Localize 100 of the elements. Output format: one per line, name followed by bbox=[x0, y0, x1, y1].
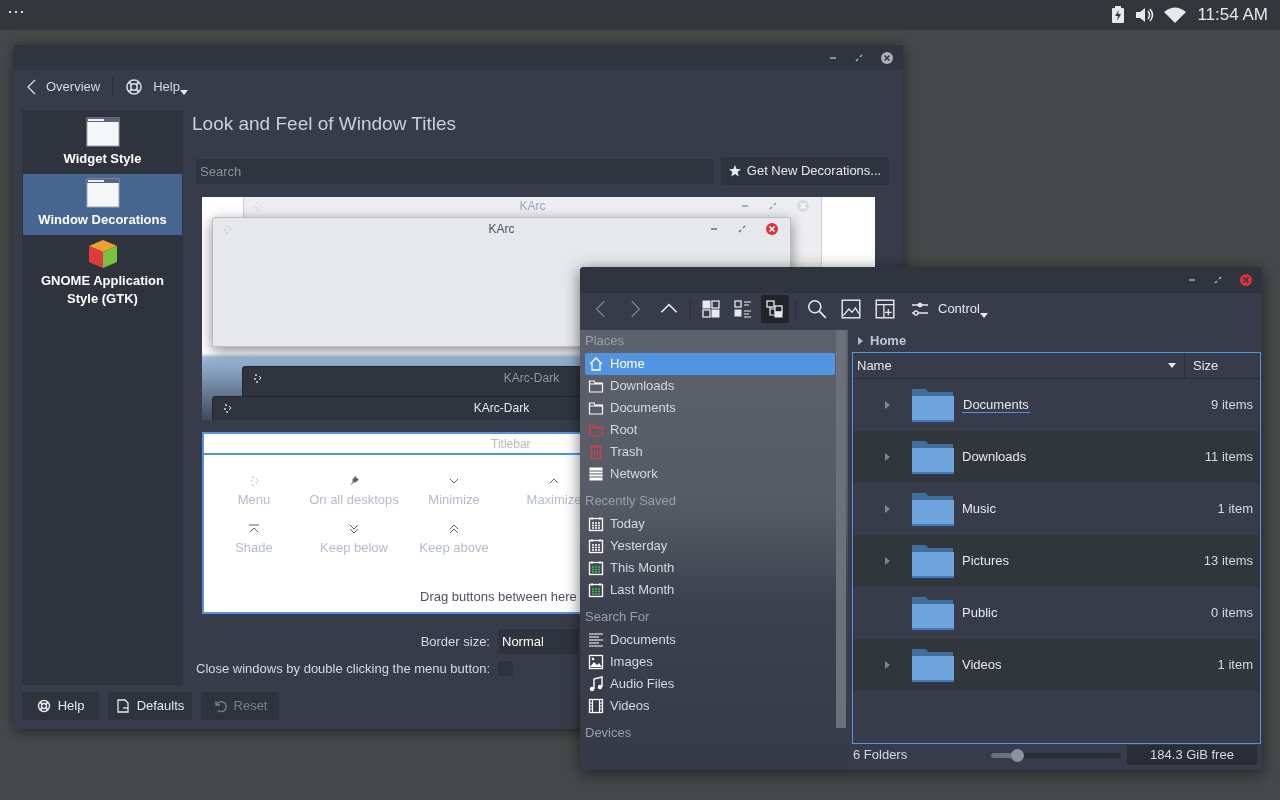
places-item[interactable]: Yesterday bbox=[585, 535, 835, 557]
tree-view-button[interactable] bbox=[761, 295, 789, 323]
free-space-indicator: 184.3 GiB free bbox=[1127, 745, 1257, 765]
close-icon bbox=[797, 200, 809, 212]
window-title: KArc bbox=[519, 198, 546, 215]
window-icon bbox=[85, 177, 120, 209]
folder-icon bbox=[588, 378, 604, 394]
calendar-icon bbox=[588, 516, 604, 532]
menu-icon bbox=[223, 403, 233, 413]
menu-icon bbox=[254, 201, 264, 211]
expand-arrow-icon[interactable] bbox=[884, 453, 890, 461]
minimize-icon bbox=[741, 202, 749, 210]
border-size-label: Border size: bbox=[419, 632, 490, 651]
file-name: Music bbox=[962, 500, 997, 519]
menu-icon bbox=[223, 224, 233, 234]
slider-handle[interactable] bbox=[1011, 748, 1024, 762]
dialog-button[interactable]: Defaults bbox=[108, 692, 192, 720]
file-size: 1 item bbox=[1217, 656, 1253, 675]
lifebuoy-icon bbox=[125, 77, 144, 96]
dialog-button[interactable]: Help bbox=[22, 692, 99, 720]
cube-icon bbox=[86, 238, 119, 270]
window-title: KArc-Dark bbox=[473, 400, 530, 417]
window-icon bbox=[85, 116, 120, 148]
star-icon bbox=[728, 165, 741, 177]
places-item[interactable]: Trash bbox=[585, 441, 835, 463]
places-item[interactable]: Documents bbox=[585, 629, 835, 651]
places-item[interactable]: Root bbox=[585, 419, 835, 441]
expand-arrow-icon[interactable] bbox=[884, 557, 890, 565]
places-item[interactable]: Videos bbox=[585, 695, 835, 717]
folder-icon bbox=[912, 491, 954, 527]
caret-icon bbox=[979, 312, 988, 318]
folder-icon bbox=[912, 387, 954, 423]
places-item[interactable]: This Month bbox=[585, 557, 835, 579]
places-item[interactable]: Images bbox=[585, 651, 835, 673]
places-item[interactable]: Audio Files bbox=[585, 673, 835, 695]
sort-arrow-icon[interactable] bbox=[1168, 363, 1176, 368]
expand-arrow-icon[interactable] bbox=[884, 401, 890, 409]
file-name: Documents bbox=[962, 396, 1031, 415]
file-name: Videos bbox=[962, 656, 1003, 675]
column-header[interactable]: Name bbox=[853, 353, 1185, 378]
window-title: KArc-Dark bbox=[503, 370, 560, 387]
text-lines-icon bbox=[588, 632, 604, 648]
file-row[interactable]: Videos 1 item bbox=[853, 639, 1260, 691]
lifebuoy-icon bbox=[36, 699, 51, 713]
caret-icon bbox=[179, 90, 188, 95]
image-icon[interactable] bbox=[840, 298, 862, 320]
breadcrumb-item[interactable]: Home bbox=[870, 331, 907, 351]
split-view-icon[interactable] bbox=[874, 298, 896, 320]
places-item[interactable]: Documents bbox=[585, 397, 835, 419]
minimize-icon[interactable] bbox=[1188, 276, 1196, 284]
folder-icon bbox=[912, 543, 954, 579]
get-new-button[interactable]: Get New Decorations... bbox=[721, 157, 889, 185]
file-name: Downloads bbox=[962, 448, 1028, 467]
close-icon bbox=[766, 223, 778, 235]
document-icon bbox=[115, 699, 130, 713]
wifi-icon[interactable] bbox=[1163, 6, 1188, 24]
file-row[interactable]: Pictures 13 items bbox=[853, 535, 1260, 587]
battery-icon[interactable] bbox=[1111, 6, 1126, 24]
section-heading: Recently Saved bbox=[585, 492, 678, 510]
file-size: 13 items bbox=[1203, 552, 1253, 571]
file-row[interactable]: Downloads 11 items bbox=[853, 431, 1260, 483]
close-icon[interactable] bbox=[1240, 274, 1252, 286]
pin-icon[interactable] bbox=[347, 474, 361, 488]
scrollbar[interactable] bbox=[836, 330, 846, 728]
trash-icon bbox=[588, 444, 604, 460]
file-name: Public bbox=[962, 604, 999, 623]
back-button[interactable]: Overview bbox=[26, 76, 101, 97]
sidebar-item[interactable]: Widget Style bbox=[23, 113, 182, 174]
titlebar-label: Titlebar bbox=[491, 435, 531, 453]
help-menu-button[interactable]: Help bbox=[125, 76, 180, 97]
places-item[interactable]: Downloads bbox=[585, 375, 835, 397]
close-option-label: Close windows by double clicking the menu button: bbox=[196, 660, 491, 678]
menu-button[interactable]: ⋯ bbox=[7, 2, 25, 20]
control-menu-button[interactable]: Control bbox=[910, 299, 980, 319]
page-heading: Look and Feel of Window Titles bbox=[192, 112, 458, 136]
restore-icon[interactable] bbox=[855, 53, 863, 62]
calendar-icon bbox=[588, 538, 604, 554]
volume-icon[interactable] bbox=[1135, 6, 1156, 24]
music-note-icon bbox=[588, 676, 604, 692]
folder-icon bbox=[588, 400, 604, 416]
back-icon bbox=[26, 78, 36, 95]
search-icon[interactable] bbox=[806, 298, 828, 320]
restore-icon[interactable] bbox=[1214, 276, 1222, 284]
file-size: 9 items bbox=[1211, 396, 1253, 415]
places-item[interactable]: Network bbox=[585, 463, 835, 485]
clock[interactable]: 11:54 AM bbox=[1197, 2, 1268, 28]
places-item[interactable]: Today bbox=[585, 513, 835, 535]
expand-arrow-icon[interactable] bbox=[884, 505, 890, 513]
column-header[interactable]: Size bbox=[1185, 355, 1260, 376]
expand-arrow-icon[interactable] bbox=[884, 661, 890, 669]
sidebar-item[interactable]: Window Decorations bbox=[23, 174, 182, 235]
section-heading: Devices bbox=[585, 724, 633, 742]
close-icon[interactable] bbox=[881, 51, 893, 64]
border-size-dropdown[interactable]: Normal bbox=[498, 629, 578, 654]
places-item[interactable]: Last Month bbox=[585, 579, 835, 601]
restore-icon bbox=[738, 225, 746, 233]
sidebar-item[interactable]: GNOME Application Style (GTK) bbox=[23, 235, 182, 314]
search-field[interactable]: Search bbox=[196, 158, 714, 184]
menu-icon bbox=[253, 373, 263, 383]
server-icon bbox=[588, 466, 604, 482]
